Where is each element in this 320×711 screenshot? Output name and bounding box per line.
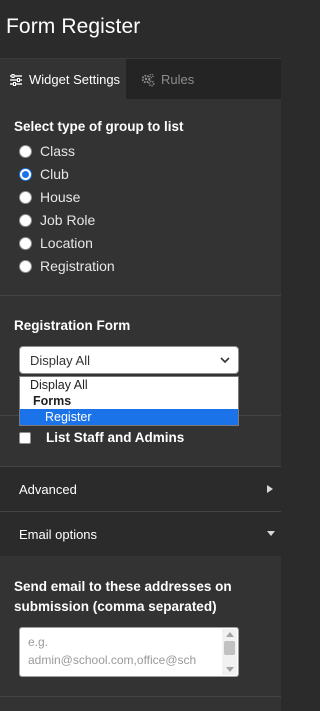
accordion-email-options[interactable]: Email options: [0, 512, 281, 556]
tab-label: Rules: [161, 72, 195, 87]
tab-label: Widget Settings: [29, 72, 121, 87]
radio-button[interactable]: [19, 190, 32, 204]
app-header: Form Register: [0, 0, 281, 58]
registration-form-heading: Registration Form: [14, 318, 131, 333]
dropdown-group-forms: Forms: [33, 394, 72, 408]
radio-option-location[interactable]: Location: [19, 233, 93, 253]
radio-button[interactable]: [19, 144, 32, 158]
accordion-label: Advanced: [19, 481, 77, 497]
tab-widget-settings[interactable]: Widget Settings: [0, 59, 126, 100]
radio-label: Registration: [40, 258, 115, 274]
scroll-thumb[interactable]: [224, 641, 235, 655]
settings-panel: Select type of group to list Class Club …: [0, 99, 281, 711]
chevron-down-icon: [220, 357, 230, 364]
textarea-placeholder: e.g. admin@school.com,office@sch: [28, 635, 197, 667]
page-title: Form Register: [6, 15, 141, 38]
radio-option-registration[interactable]: Registration: [19, 256, 115, 276]
radio-label: Class: [40, 143, 76, 159]
caret-right-icon: [267, 485, 273, 493]
radio-option-class[interactable]: Class: [19, 141, 75, 161]
tab-bar: Widget Settings Rules: [0, 58, 281, 100]
caret-down-icon: [267, 531, 275, 536]
radio-label: Location: [40, 235, 93, 251]
radio-button[interactable]: [19, 213, 32, 227]
email-addresses-textarea[interactable]: e.g. admin@school.com,office@sch: [19, 627, 239, 677]
gears-icon: [141, 73, 155, 87]
group-type-heading: Select type of group to list: [14, 119, 184, 134]
email-addresses-label: Send email to these addresses on submiss…: [14, 579, 232, 614]
list-staff-checkbox[interactable]: [19, 431, 31, 444]
divider: [0, 295, 281, 296]
registration-form-dropdown-list: Display All Forms Register: [19, 376, 239, 426]
divider: [0, 696, 281, 697]
radio-button[interactable]: [19, 259, 32, 273]
radio-button[interactable]: [19, 236, 32, 250]
radio-button-checked[interactable]: [19, 167, 32, 181]
sliders-icon: [10, 73, 22, 86]
radio-option-house[interactable]: House: [19, 187, 80, 207]
dropdown-option-register[interactable]: Register: [20, 409, 238, 425]
accordion-advanced[interactable]: Advanced: [0, 467, 281, 511]
scroll-down-arrow-icon[interactable]: [226, 667, 234, 672]
list-staff-checkbox-row[interactable]: List Staff and Admins: [19, 430, 184, 445]
checkbox-label: List Staff and Admins: [46, 430, 185, 445]
registration-form-select[interactable]: Display All: [19, 346, 239, 374]
select-value: Display All: [30, 352, 90, 368]
tab-rules[interactable]: Rules: [126, 59, 281, 100]
scroll-up-arrow-icon[interactable]: [226, 632, 234, 637]
dropdown-option-display-all[interactable]: Display All: [20, 377, 238, 393]
textarea-scrollbar[interactable]: [222, 629, 237, 675]
accordion-label: Email options: [19, 526, 98, 542]
radio-label: Job Role: [40, 212, 96, 228]
radio-label: House: [40, 189, 81, 205]
radio-option-job-role[interactable]: Job Role: [19, 210, 95, 230]
radio-option-club[interactable]: Club: [19, 164, 69, 184]
radio-label: Club: [40, 166, 69, 182]
